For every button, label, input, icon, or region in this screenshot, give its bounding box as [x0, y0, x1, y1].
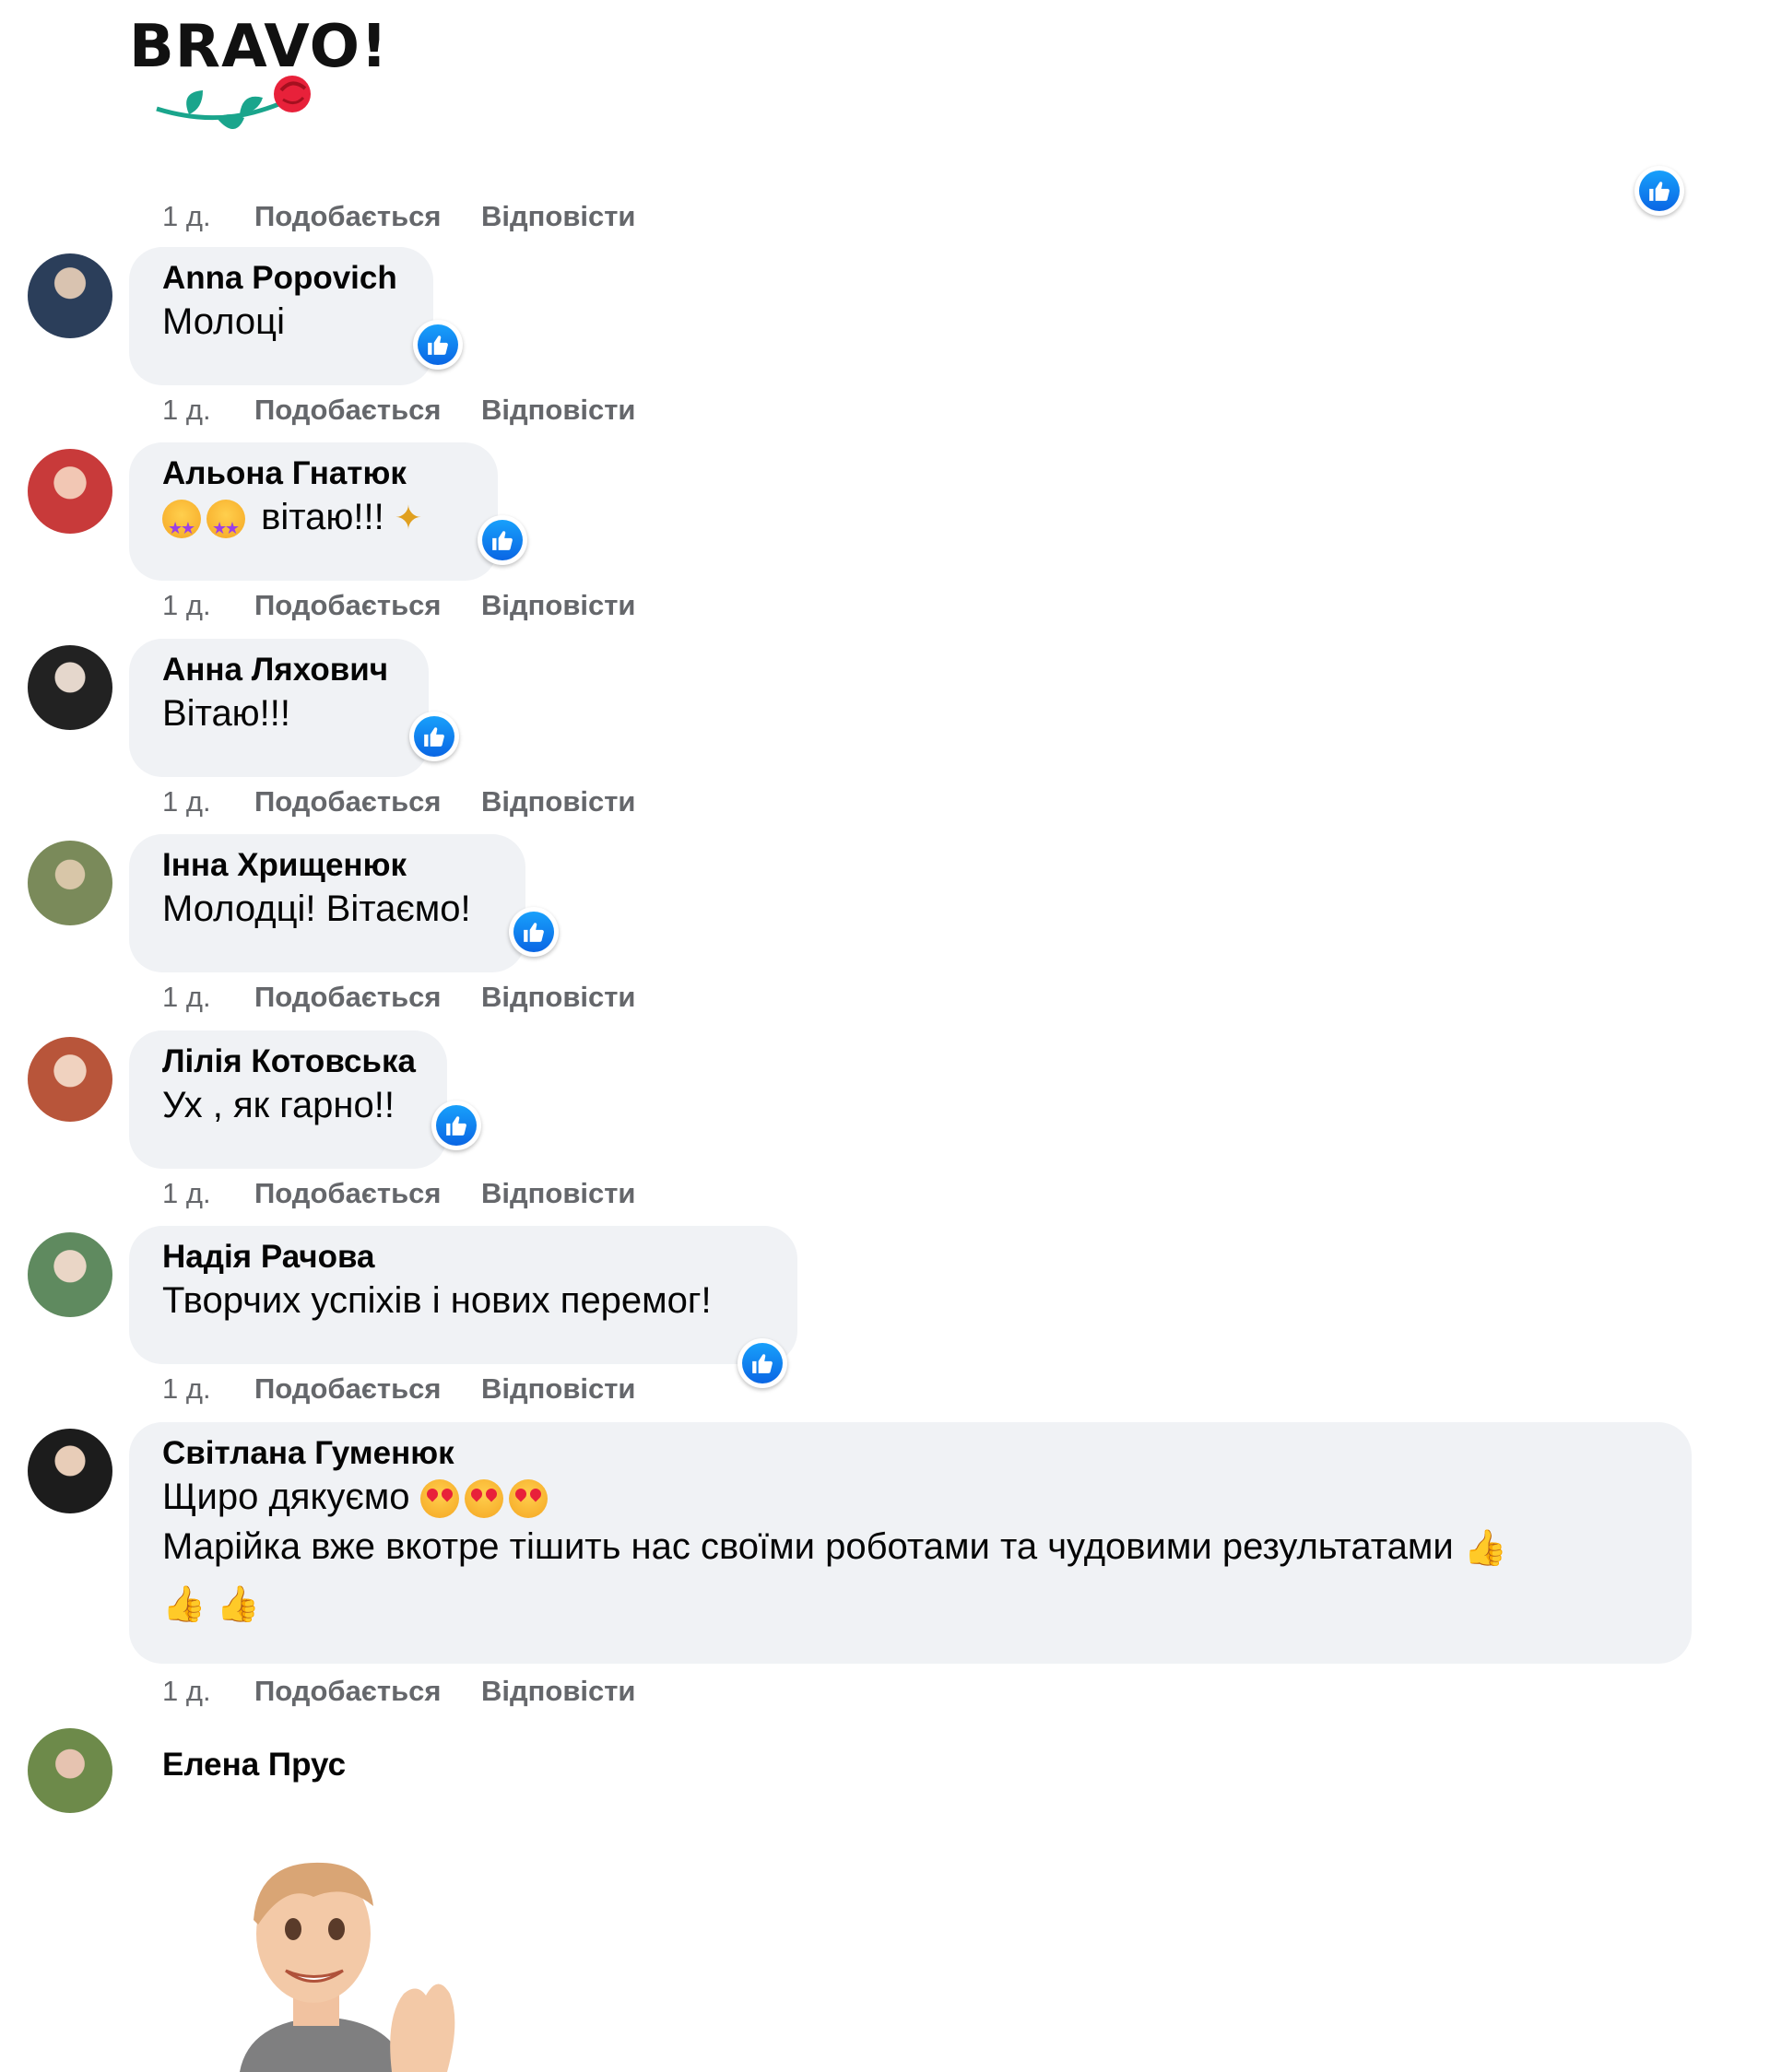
- comment-text: Творчих успіхів і нових перемог!: [162, 1280, 712, 1321]
- comment-text: Вітаю!!!: [162, 693, 291, 734]
- comment-time[interactable]: 1 д.: [162, 1372, 254, 1406]
- avatar[interactable]: [28, 1037, 112, 1122]
- reply-button[interactable]: Відповісти: [481, 1372, 636, 1406]
- comment-bubble: Світлана Гуменюк Щиро дякуємо Марійка вж…: [129, 1422, 1692, 1664]
- comment-author[interactable]: Елена Прус: [162, 1747, 346, 1784]
- reaction-like-badge[interactable]: [738, 1338, 787, 1388]
- reply-button[interactable]: Відповісти: [481, 394, 636, 427]
- thumbs-up-icon: [446, 1116, 466, 1136]
- avatar-sticker-icon: [240, 1862, 455, 2072]
- comment-actions: 1 д. Подобається Відповісти: [0, 1673, 636, 1710]
- comment-bubble: Лілія Котовська Ух , як гарно!!: [129, 1030, 447, 1169]
- thumbs-up-emoji-icon: 👍: [162, 1584, 206, 1624]
- comment-actions: 1 д. Подобається Відповісти: [0, 1371, 636, 1407]
- comment-text-row: Щиро дякуємо: [162, 1472, 1658, 1522]
- heart-eyes-emoji-icon: [464, 1479, 503, 1519]
- comment-text-row: 👍 👍: [162, 1577, 1658, 1629]
- reaction-like-badge[interactable]: [1634, 166, 1684, 216]
- star-struck-emoji-icon: [206, 500, 245, 553]
- thumbs-up-icon: [752, 1354, 773, 1373]
- avatar[interactable]: [28, 449, 112, 534]
- thumbs-up-icon: [1649, 182, 1670, 201]
- comment-actions: 1 д. Подобається Відповісти: [0, 979, 636, 1016]
- comment-author[interactable]: Анна Ляхович: [162, 652, 395, 689]
- reply-button[interactable]: Відповісти: [481, 785, 636, 818]
- avatar[interactable]: [28, 1232, 112, 1317]
- like-button[interactable]: Подобається: [254, 785, 481, 818]
- avatar[interactable]: [28, 1728, 112, 1813]
- comment-actions: 1 д. Подобається Відповісти: [0, 198, 636, 235]
- party-popper-icon: ✦: [394, 499, 423, 536]
- comment-bubble: Anna Popovich Молоці: [129, 247, 433, 385]
- comment-author[interactable]: Надія Рачова: [162, 1239, 764, 1276]
- comment-time[interactable]: 1 д.: [162, 981, 254, 1014]
- comment-bubble: Анна Ляхович Вітаю!!!: [129, 639, 429, 777]
- thumbs-up-icon: [524, 923, 544, 942]
- bravo-sticker-text: BRAVO!: [129, 13, 389, 81]
- heart-eyes-emoji-icon: [419, 1479, 459, 1519]
- comment-time[interactable]: 1 д.: [162, 200, 254, 233]
- like-button[interactable]: Подобається: [254, 394, 481, 427]
- comment-author[interactable]: Anna Popovich: [162, 260, 400, 297]
- comment-actions: 1 д. Подобається Відповісти: [0, 1175, 636, 1212]
- comment-bubble: Надія Рачова Творчих успіхів і нових пер…: [129, 1226, 797, 1364]
- avatar[interactable]: [28, 841, 112, 925]
- comment-text: Молодці! Вітаємо!: [162, 889, 471, 929]
- rose-sticker-icon: [156, 76, 311, 129]
- reply-button[interactable]: Відповісти: [481, 1177, 636, 1210]
- comment-bubble: Інна Хрищенюк Молодці! Вітаємо!: [129, 834, 525, 972]
- like-button[interactable]: Подобається: [254, 1372, 481, 1406]
- heart-eyes-emoji-icon: [508, 1479, 548, 1519]
- like-button[interactable]: Подобається: [254, 589, 481, 622]
- comment-bubble: Альона Гнатюк вітаю!!! ✦: [129, 442, 498, 581]
- avatar[interactable]: [28, 253, 112, 338]
- comment-text: Молоці: [162, 301, 285, 342]
- comment-actions: 1 д. Подобається Відповісти: [0, 783, 636, 820]
- comment-time[interactable]: 1 д.: [162, 394, 254, 427]
- avatar[interactable]: [28, 645, 112, 730]
- comment-text-row: вітаю!!! ✦: [162, 492, 465, 553]
- thumbs-up-icon: [428, 336, 448, 355]
- comment-author[interactable]: Світлана Гуменюк: [162, 1435, 1658, 1472]
- comment-text: Щиро дякуємо: [162, 1477, 410, 1517]
- thumbs-up-icon: [424, 727, 444, 747]
- reply-button[interactable]: Відповісти: [481, 1675, 636, 1708]
- comment-author[interactable]: Інна Хрищенюк: [162, 847, 492, 884]
- like-button[interactable]: Подобається: [254, 1675, 481, 1708]
- thumbs-up-emoji-icon: 👍: [1463, 1529, 1508, 1569]
- reaction-like-badge[interactable]: [413, 320, 463, 370]
- comment-time[interactable]: 1 д.: [162, 1675, 254, 1708]
- like-button[interactable]: Подобається: [254, 200, 481, 233]
- reaction-like-badge[interactable]: [478, 515, 527, 565]
- comment-time[interactable]: 1 д.: [162, 1177, 254, 1210]
- comment-actions: 1 д. Подобається Відповісти: [0, 587, 636, 624]
- reply-button[interactable]: Відповісти: [481, 981, 636, 1014]
- comment-time[interactable]: 1 д.: [162, 589, 254, 622]
- reaction-like-badge[interactable]: [509, 907, 559, 957]
- comment-time[interactable]: 1 д.: [162, 785, 254, 818]
- comment-text-row: Марійка вже вкотре тішить нас своїми роб…: [162, 1522, 1658, 1573]
- reply-button[interactable]: Відповісти: [481, 200, 636, 233]
- comment-text: Ух , як гарно!!: [162, 1085, 395, 1125]
- thumbs-up-emoji-icon: 👍: [216, 1584, 260, 1624]
- comment-author[interactable]: Альона Гнатюк: [162, 455, 465, 492]
- reply-button[interactable]: Відповісти: [481, 589, 636, 622]
- thumbs-up-icon: [492, 531, 513, 550]
- comment-author[interactable]: Лілія Котовська: [162, 1043, 416, 1080]
- comment-actions: 1 д. Подобається Відповісти: [0, 392, 636, 429]
- reaction-like-badge[interactable]: [431, 1101, 481, 1150]
- comment-text: Марійка вже вкотре тішить нас своїми роб…: [162, 1526, 1454, 1567]
- comment-text: вітаю!!!: [261, 497, 384, 537]
- like-button[interactable]: Подобається: [254, 981, 481, 1014]
- star-struck-emoji-icon: [162, 500, 201, 553]
- avatar[interactable]: [28, 1429, 112, 1513]
- reaction-like-badge[interactable]: [409, 712, 459, 761]
- like-button[interactable]: Подобається: [254, 1177, 481, 1210]
